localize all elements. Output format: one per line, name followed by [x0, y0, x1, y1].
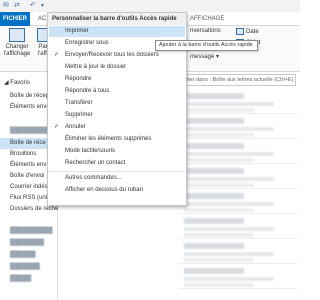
menu-item-label: Répondre: [65, 76, 92, 82]
list-item[interactable]: [178, 215, 298, 239]
chevron-down-icon: ▾: [216, 54, 220, 60]
menu-item-label: Supprimer: [65, 112, 93, 118]
menu-item-forward[interactable]: Transférer: [49, 98, 185, 109]
check-icon: ✓: [54, 52, 60, 58]
menu-item-send-receive-all[interactable]: ✓ Envoyer/Recevoir tous les dossiers: [49, 50, 185, 61]
quick-access-toolbar: ✉ ⇄ ↶ ▼: [0, 0, 300, 12]
menu-item-find-contact[interactable]: Rechercher un contact: [49, 158, 185, 169]
outlook-window: ✉ ⇄ ↶ ▼ FICHIER AC AFFICHAGE Changer l'a…: [0, 0, 300, 300]
menu-item-more-commands[interactable]: Autres commandes...: [49, 173, 185, 184]
collapse-icon: ◢: [4, 80, 9, 86]
calendar-icon: [236, 28, 244, 35]
menu-item-print[interactable]: Imprimer: [49, 26, 185, 37]
change-view-label: Changer: [5, 44, 29, 50]
menu-item-label: Annuler: [65, 124, 86, 130]
date-arrangement[interactable]: Date: [236, 28, 296, 36]
menu-item-update-folder[interactable]: Mettre à jour le dossier: [49, 62, 185, 73]
message-preview-option[interactable]: message ▾: [190, 54, 230, 61]
change-view-icon: [9, 28, 25, 42]
menu-item-show-below-ribbon[interactable]: Afficher en dessous du ruban: [49, 185, 185, 196]
list-item[interactable]: [178, 115, 298, 139]
menu-item-label: Répondre à tous: [65, 88, 110, 94]
search-input[interactable]: rcher dans : Boîte aux lettres actuelle …: [178, 74, 296, 86]
check-icon: ✓: [54, 124, 60, 130]
blurred-account-2[interactable]: ██████████: [0, 226, 58, 237]
undo-icon[interactable]: ↶: [30, 1, 36, 9]
menu-item-label: Envoyer/Recevoir tous les dossiers: [65, 52, 159, 58]
list-item[interactable]: [178, 190, 298, 214]
list-item[interactable]: [178, 240, 298, 264]
message-preview-label: message: [190, 54, 215, 60]
menu-item-label: Mode tactile/souris: [65, 148, 116, 154]
menu-item-reply[interactable]: Répondre: [49, 74, 185, 85]
list-item[interactable]: [178, 265, 298, 289]
tab-file[interactable]: FICHIER: [0, 12, 30, 26]
menu-item-empty-deleted[interactable]: Éliminer les éléments supprimés: [49, 134, 185, 145]
list-item[interactable]: [178, 90, 298, 114]
change-view-button[interactable]: Changer l'affichage: [2, 28, 32, 58]
menu-item-label: Enregistrer sous: [65, 40, 109, 46]
date-label: Date: [246, 29, 259, 36]
favorites-label: Favoris: [10, 80, 30, 86]
conversations-option[interactable]: nversations: [190, 28, 230, 35]
menu-item-label: Afficher en dessous du ruban: [65, 187, 143, 193]
outlook-icon: ✉: [3, 2, 9, 9]
menu-item-label: Autres commandes...: [65, 175, 122, 181]
customize-arrow-icon[interactable]: ▼: [40, 3, 45, 9]
menu-item-undo[interactable]: ✓ Annuler: [49, 122, 185, 133]
list-item[interactable]: [178, 140, 298, 164]
menu-separator: [49, 171, 185, 172]
menu-item-reply-all[interactable]: Répondre à tous: [49, 86, 185, 97]
tab-view[interactable]: AFFICHAGE: [190, 12, 224, 26]
blurred-folder-1[interactable]: ████████: [0, 238, 58, 249]
menu-title: Personnaliser la barre d'outils Accès ra…: [48, 13, 186, 25]
blurred-folder-2[interactable]: ██████: [0, 250, 58, 261]
list-item[interactable]: [178, 165, 298, 189]
tooltip: Ajouter à la barre d'outils Accès rapide: [155, 40, 258, 51]
menu-item-label: Rechercher un contact: [65, 160, 126, 166]
blurred-folder-4[interactable]: █████: [0, 274, 58, 285]
menu-item-touch-mode[interactable]: Mode tactile/souris: [49, 146, 185, 157]
change-view-label-2: l'affichage: [3, 51, 31, 57]
menu-item-delete[interactable]: Supprimer: [49, 110, 185, 121]
menu-item-label: Transférer: [65, 100, 93, 106]
conversations-label: nversations: [190, 28, 221, 34]
tab-home[interactable]: AC: [38, 12, 46, 26]
send-receive-icon[interactable]: ⇄: [14, 1, 20, 9]
menu-item-label: Mettre à jour le dossier: [65, 64, 127, 70]
menu-item-label: Imprimer: [65, 28, 89, 34]
menu-item-label: Éliminer les éléments supprimés: [65, 136, 152, 142]
blurred-folder-3[interactable]: ███████: [0, 262, 58, 273]
